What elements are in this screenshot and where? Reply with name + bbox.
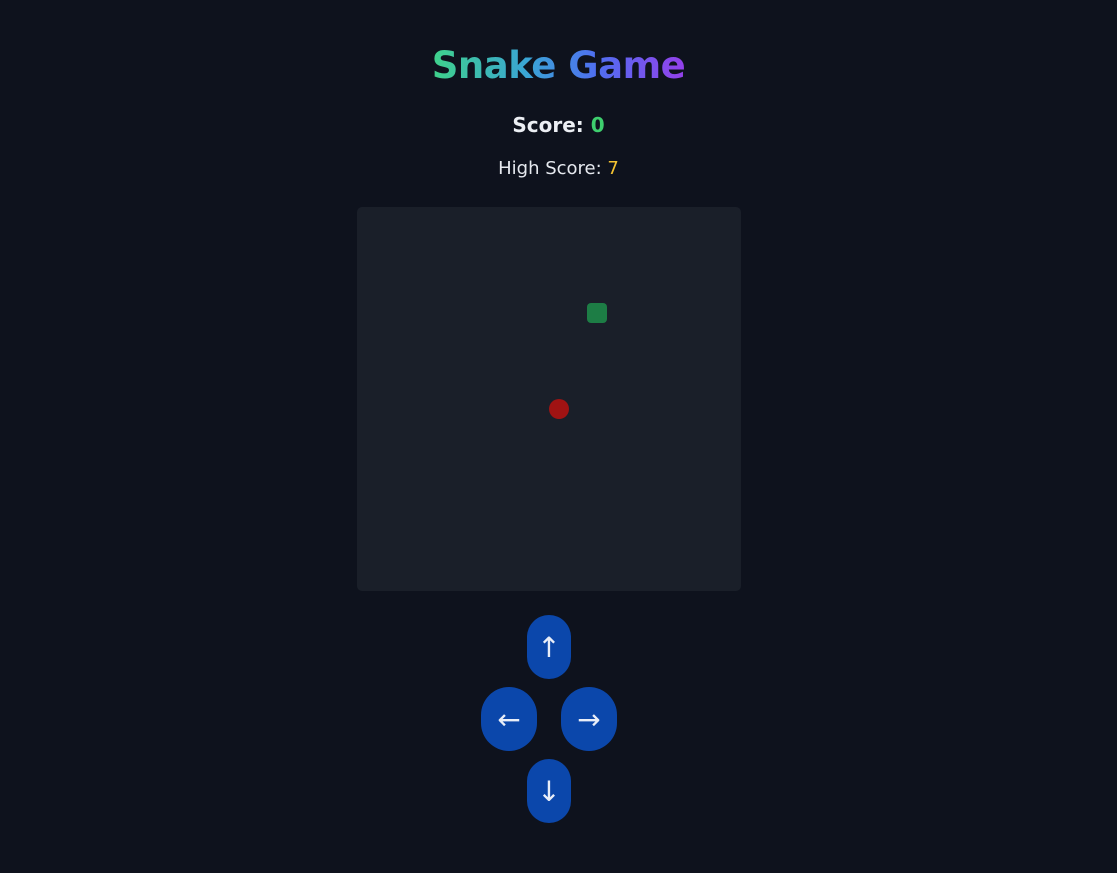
arrow-down-icon: ↓	[537, 774, 561, 808]
game-board[interactable]	[357, 207, 741, 591]
arrow-up-icon: ↑	[537, 630, 561, 664]
snake-head	[587, 303, 608, 323]
move-down-button[interactable]: ↓	[527, 759, 571, 823]
move-right-button[interactable]: →	[561, 687, 617, 751]
arrow-right-icon: →	[577, 702, 601, 736]
arrow-left-icon: ←	[497, 702, 521, 736]
high-score-display: High Score: 7	[0, 156, 1117, 182]
move-left-button[interactable]: ←	[481, 687, 537, 751]
food-pellet	[549, 399, 569, 419]
score-value: 0	[590, 113, 605, 137]
page-title: Snake Game	[0, 41, 1117, 91]
title-text: Snake Game	[431, 44, 686, 87]
move-up-button[interactable]: ↑	[527, 615, 571, 679]
score-display: Score: 0	[0, 111, 1117, 139]
snake-game-app: Snake Game Score: 0 High Score: 7 ↑ ← → …	[0, 0, 1117, 873]
high-score-label: High Score:	[498, 158, 602, 179]
high-score-value: 7	[607, 158, 619, 179]
score-label: Score:	[512, 113, 584, 137]
